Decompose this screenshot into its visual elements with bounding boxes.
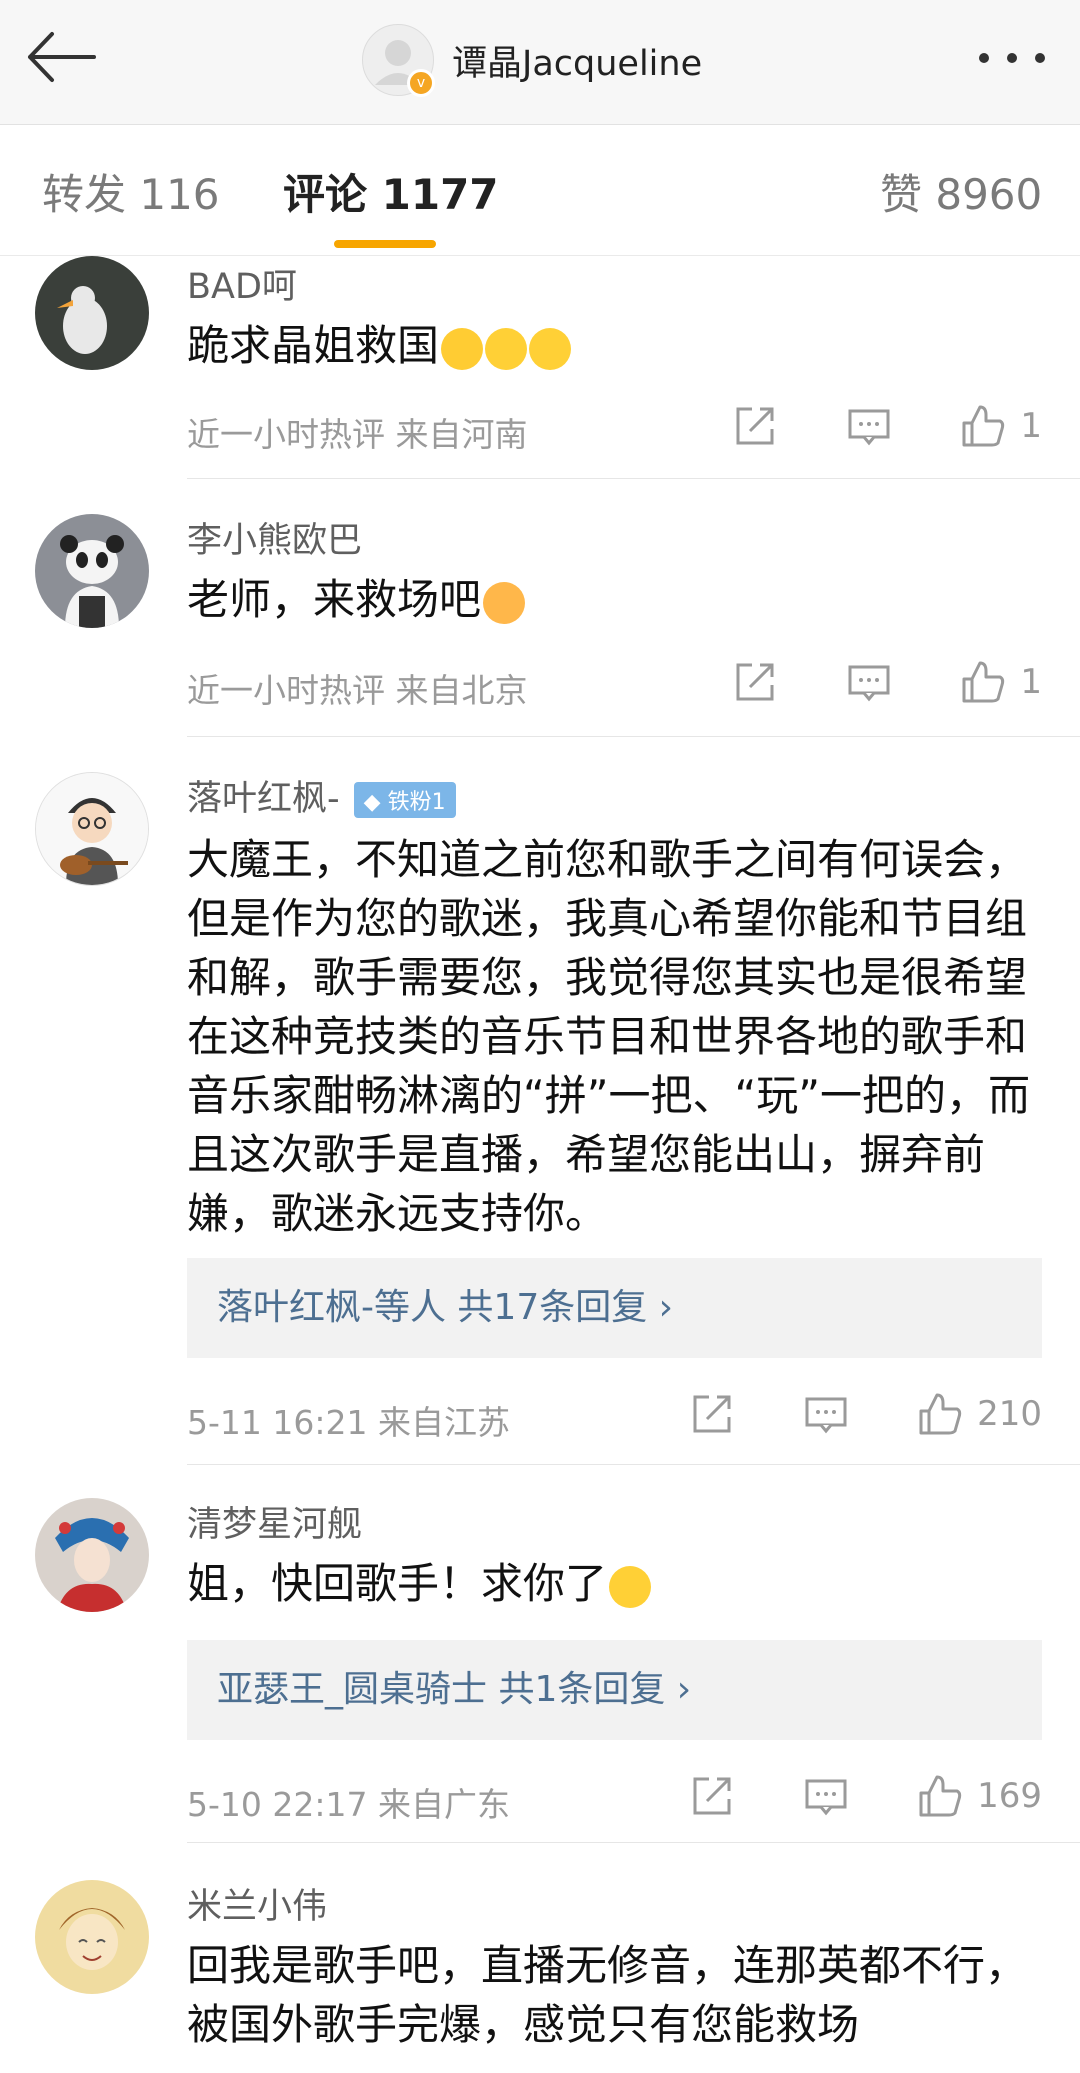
divider [187,736,1080,737]
avatar[interactable] [35,1880,149,1994]
comment-actions: 169 [689,1766,1042,1826]
comment-text: 回我是歌手吧，直播无修音，连那英都不行，被国外歌手完爆，感觉只有您能救场 [187,1941,1028,2049]
comment-meta: 近一小时热评 来自河南 [187,415,528,454]
profile-header[interactable]: v 谭晶Jacqueline [362,22,702,98]
profile-avatar[interactable]: v [362,24,435,97]
pleading-emoji-icon [609,1565,652,1608]
divider [187,478,1080,479]
share-icon[interactable] [732,403,778,449]
panda-avatar-image [35,514,149,628]
comment-username[interactable]: 清梦星河舰 [187,1496,362,1547]
comment-icon[interactable] [803,1773,849,1819]
thumbs-up-icon[interactable] [917,1773,963,1819]
share-icon[interactable] [732,659,778,705]
share-icon[interactable] [689,1773,735,1819]
fan-level-text: 铁粉1 [387,790,446,815]
active-tab-indicator [334,240,436,248]
comment-actions: 210 [689,1384,1042,1444]
comment-text: 老师，来救场吧 [187,570,1047,629]
divider [187,1464,1080,1465]
like-count: 1 [1020,406,1042,446]
verified-badge: v [407,69,435,97]
comment-username[interactable]: 米兰小伟 [187,1878,327,1929]
comment-meta: 5-11 16:21 来自江苏 [187,1403,510,1442]
comment-body: 姐，快回歌手！求你了 [187,1559,608,1608]
avatar[interactable] [35,1498,149,1612]
comment-username-text[interactable]: 落叶红枫- [187,779,340,819]
comment-username: 落叶红枫- ◆ 铁粉1 [187,770,456,821]
comment-text: 姐，快回歌手！求你了 [187,1554,1047,1613]
share-icon[interactable] [689,1391,735,1437]
crying-emoji-icon [529,327,572,370]
cartoon-guitarist-avatar-image [36,773,148,885]
avatar[interactable] [35,514,149,628]
goose-avatar-image [35,256,149,370]
opera-costume-avatar-image [35,1498,149,1612]
comment-username[interactable]: BAD呵 [187,258,297,309]
comment-icon[interactable] [846,403,892,449]
tab-likes[interactable]: 赞 8960 [880,161,1042,222]
comment-username[interactable]: 李小熊欧巴 [187,512,362,563]
page-title: 谭晶Jacqueline [452,43,703,84]
avatar[interactable] [35,256,149,370]
back-arrow-icon [28,32,96,82]
comment-meta: 近一小时热评 来自北京 [187,671,528,710]
comment-icon[interactable] [803,1391,849,1437]
like-count: 210 [977,1394,1042,1434]
more-button[interactable] [972,38,1052,78]
like-count: 169 [977,1776,1042,1816]
thumbs-up-icon[interactable] [960,659,1006,705]
tab-comments[interactable]: 评论 1177 [283,161,499,222]
sketch-boy-avatar-image [35,1880,149,1994]
like-count: 1 [1020,662,1042,702]
back-button[interactable] [22,22,112,98]
more-dots-icon [979,53,1045,63]
divider [187,1842,1080,1843]
comment-actions: 1 [732,652,1042,712]
top-bar: v 谭晶Jacqueline [0,0,1080,125]
comment-actions: 1 [732,396,1042,456]
thumbs-up-icon[interactable] [917,1391,963,1437]
crying-emoji-icon [441,327,484,370]
fan-level-badge: ◆ 铁粉1 [353,782,456,818]
reply-summary[interactable]: 亚瑟王_圆桌骑士 共1条回复 › [187,1640,1042,1740]
comment-text: 大魔王，不知道之前您和歌手之间有何误会，但是作为您的歌迷，我真心希望你能和节目组… [187,835,1031,1238]
reply-summary[interactable]: 落叶红枫-等人 共17条回复 › [187,1258,1042,1358]
thumbs-up-icon[interactable] [960,403,1006,449]
comment-meta: 5-10 22:17 来自广东 [187,1785,510,1824]
comment-body: 跪求晶姐救国 [187,321,440,370]
tears-of-joy-emoji-icon [483,581,526,624]
comment-text: 跪求晶姐救国 [187,316,1047,375]
tab-bar: 转发 116 评论 1177 赞 8960 [0,125,1080,256]
comment-icon[interactable] [846,659,892,705]
crying-emoji-icon [485,327,528,370]
tab-reposts[interactable]: 转发 116 [42,161,220,222]
comment-body: 老师，来救场吧 [187,575,482,624]
avatar[interactable] [35,772,149,886]
